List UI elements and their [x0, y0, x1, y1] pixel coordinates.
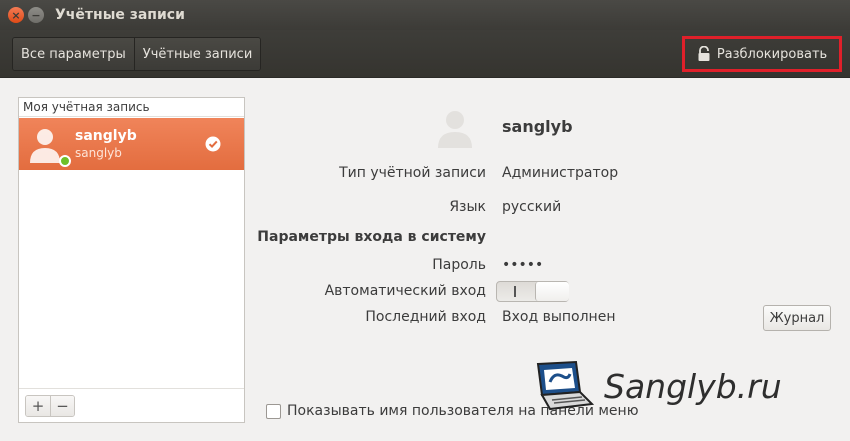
login-history-button[interactable]: Журнал — [763, 305, 831, 331]
close-icon: × — [11, 8, 21, 22]
account-type-value[interactable]: Администратор — [502, 165, 618, 181]
toolbar: Все параметры Учётные записи Разблокиров… — [0, 30, 850, 78]
watermark: Sanglyb.ru — [532, 360, 782, 412]
show-username-checkbox[interactable] — [266, 403, 281, 419]
laptop-logo-icon — [536, 360, 594, 411]
close-window-button[interactable]: × — [8, 7, 24, 23]
lock-icon — [698, 46, 710, 61]
last-login-value: Вход выполнен — [502, 309, 616, 325]
watermark-text: Sanglyb.ru — [604, 366, 782, 406]
account-list-item-selected[interactable]: sanglyb sanglyb — [19, 118, 244, 170]
user-full-name[interactable]: sanglyb — [502, 117, 573, 136]
last-login-label: Последний вход — [365, 309, 486, 325]
account-list-buttons: + − — [25, 395, 75, 417]
password-label: Пароль — [432, 257, 486, 273]
autologin-switch[interactable] — [496, 281, 569, 302]
minimize-icon: − — [31, 8, 41, 22]
breadcrumb: Все параметры Учётные записи — [12, 37, 262, 71]
add-account-button[interactable]: + — [26, 396, 50, 416]
switch-knob — [535, 282, 569, 301]
unlock-label: Разблокировать — [716, 46, 828, 62]
checkmark-icon — [205, 136, 221, 152]
account-login: sanglyb — [75, 146, 122, 160]
user-photo-icon[interactable] — [434, 106, 476, 148]
switch-on-mark — [514, 286, 516, 297]
autologin-label: Автоматический вход — [324, 283, 486, 299]
language-label: Язык — [449, 199, 486, 215]
online-status-icon — [59, 155, 71, 167]
remove-account-button[interactable]: − — [50, 396, 74, 416]
breadcrumb-all-settings[interactable]: Все параметры — [13, 38, 134, 70]
unlock-button[interactable]: Разблокировать — [682, 36, 842, 72]
title-bar: × − Учётные записи — [0, 0, 850, 30]
account-name: sanglyb — [75, 128, 137, 144]
account-type-label: Тип учётной записи — [339, 165, 486, 181]
password-value[interactable]: ••••• — [502, 257, 543, 273]
account-list-panel: Моя учётная запись sanglyb sanglyb + − — [18, 97, 245, 423]
my-account-header: Моя учётная запись — [19, 98, 244, 117]
account-list-footer: + − — [19, 388, 244, 422]
window-title: Учётные записи — [55, 7, 185, 23]
minimize-window-button[interactable]: − — [28, 7, 44, 23]
breadcrumb-user-accounts[interactable]: Учётные записи — [133, 38, 261, 70]
language-value[interactable]: русский — [502, 199, 561, 215]
login-section-title: Параметры входа в систему — [257, 229, 486, 245]
